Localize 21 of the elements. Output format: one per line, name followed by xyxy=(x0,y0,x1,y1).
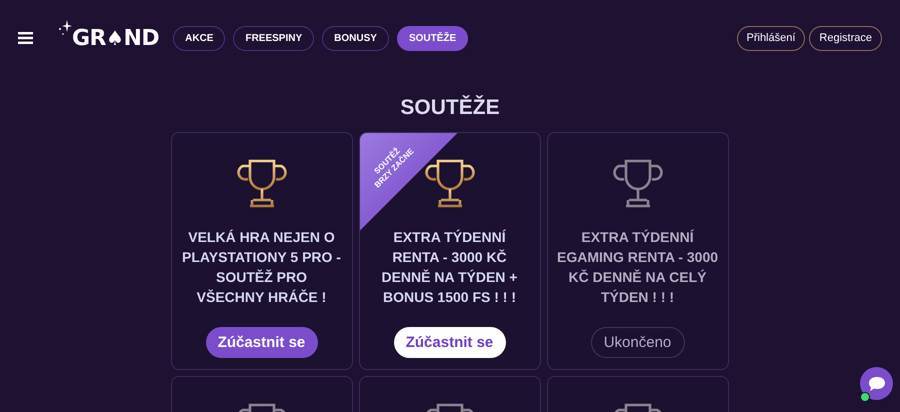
nav-tab[interactable]: FREESPINY xyxy=(233,26,314,50)
nav-tab[interactable]: BONUSY xyxy=(322,26,389,50)
contest-title: VELKÁ HRA NEJEN O PLAYSTATIONY 5 PRO - SOUTĚŽ PRO VŠECHNY HRÁČE ! xyxy=(181,228,342,307)
chat-bubble-icon xyxy=(868,376,886,392)
contest-title: EXTRA TÝDENNÍ EGAMING RENTA - 3000 KČ DENNĚ NA CELÝ TÝDEN ! ! ! xyxy=(556,228,718,307)
menu-icon[interactable] xyxy=(18,32,33,44)
contest-title: EXTRA TÝDENNÍ RENTA - 3000 KČ DENNĚ NA TÝDEN + BONUS 1500 FS ! ! ! xyxy=(380,228,518,307)
join-button[interactable]: Ukončeno xyxy=(590,327,684,358)
chat-button[interactable] xyxy=(860,367,893,400)
join-button[interactable]: Zúčastnit se xyxy=(206,327,318,358)
trophy-icon xyxy=(236,157,288,209)
register-button[interactable]: Registrace xyxy=(809,26,882,50)
logo[interactable]: GR♠ND xyxy=(72,26,160,50)
join-button[interactable]: Zúčastnit se xyxy=(394,327,506,358)
trophy-icon xyxy=(424,157,476,209)
trophy-icon xyxy=(612,157,664,209)
page-title: SOUTĚŽE xyxy=(399,96,501,121)
login-button[interactable]: Přihlášení xyxy=(736,26,806,50)
nav-tab[interactable]: SOUTĚŽE xyxy=(396,26,468,50)
sparkle-icon xyxy=(58,20,72,36)
nav-tab[interactable]: AKCE xyxy=(173,26,226,50)
